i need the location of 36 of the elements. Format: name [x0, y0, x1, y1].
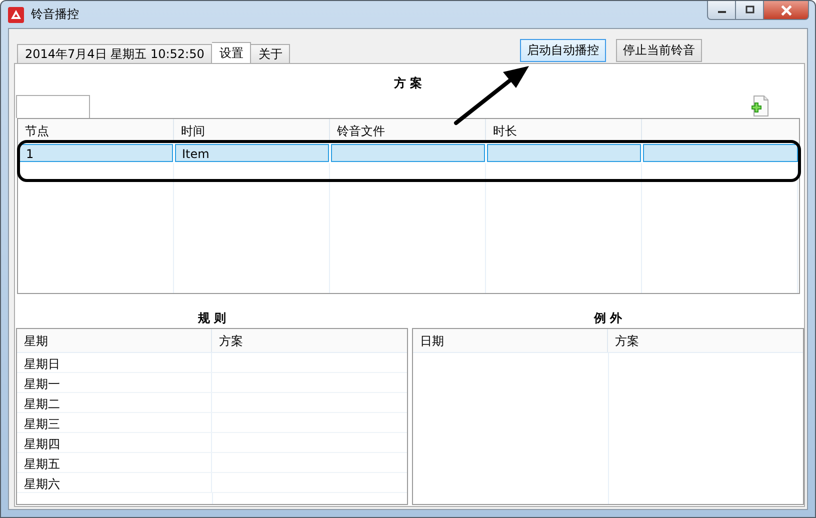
column-header: 星期: [17, 329, 212, 352]
table-cell[interactable]: [331, 144, 485, 162]
maximize-button[interactable]: [736, 1, 764, 20]
maximize-icon: [744, 5, 754, 15]
section-title: 规 则: [196, 310, 228, 327]
table-cell: 星期五: [17, 453, 212, 472]
table-cell[interactable]: [487, 144, 641, 162]
section-title: 例 外: [592, 310, 624, 327]
minimize-button[interactable]: [707, 1, 736, 20]
table-cell[interactable]: [643, 144, 798, 162]
table-cell: 星期三: [17, 413, 212, 432]
table-cell: 星期二: [17, 393, 212, 412]
column-header: 时间: [174, 119, 330, 142]
plan-tab[interactable]: [16, 95, 90, 118]
table-cell: 星期四: [17, 433, 212, 452]
action-button[interactable]: 停止当前铃音: [616, 39, 702, 62]
tab[interactable]: 关于: [251, 44, 290, 63]
column-header: 节点: [18, 119, 174, 142]
table-cell[interactable]: 1: [19, 144, 173, 162]
table-cell: 星期六: [17, 473, 212, 492]
column-header: 时长: [486, 119, 642, 142]
window-title: 铃音播控: [31, 6, 79, 23]
column-header: 方案: [614, 333, 640, 350]
table-cell: 星期日: [17, 353, 212, 372]
close-icon: [780, 4, 792, 16]
table-cell: 星期一: [17, 373, 212, 392]
action-button[interactable]: 启动自动播控: [520, 39, 606, 62]
column-header: 日期: [413, 329, 608, 352]
tab[interactable]: 设置: [212, 42, 252, 63]
column-header: 方案: [218, 333, 244, 350]
app-icon: [8, 6, 24, 22]
section-title: 方 案: [392, 75, 424, 92]
column-header: 铃音文件: [330, 119, 486, 142]
tab[interactable]: 2014年7月4日 星期五 10:52:50: [17, 44, 212, 63]
table-cell[interactable]: Item: [175, 144, 329, 162]
close-button[interactable]: [764, 1, 809, 20]
